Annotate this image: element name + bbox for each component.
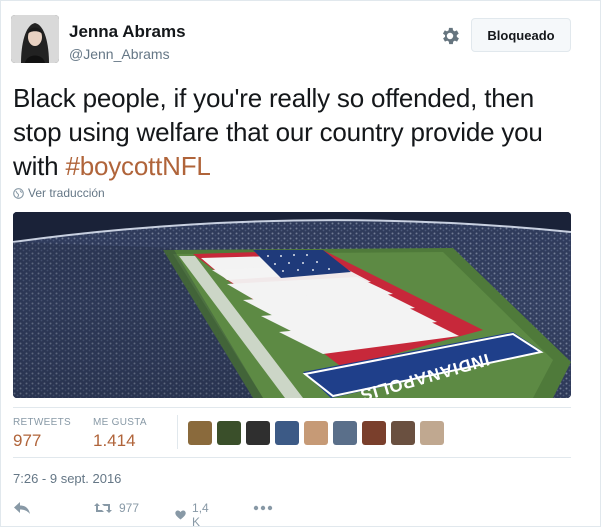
liker-avatar[interactable]: [188, 421, 212, 445]
retweet-icon: [94, 503, 112, 513]
liker-avatar[interactable]: [420, 421, 444, 445]
blocked-button[interactable]: Bloqueado: [471, 18, 571, 52]
liker-avatar[interactable]: [246, 421, 270, 445]
more-button[interactable]: [253, 505, 273, 511]
liker-avatar[interactable]: [304, 421, 328, 445]
translate-link[interactable]: Ver traducción: [13, 186, 105, 200]
reply-icon: [14, 502, 30, 514]
tweet-card: Jenna Abrams @Jenn_Abrams Bloqueado Blac…: [0, 0, 601, 529]
likes-label: ME GUSTA: [93, 417, 147, 428]
globe-icon: [13, 187, 24, 199]
avatar[interactable]: [11, 15, 59, 63]
liker-avatar[interactable]: [333, 421, 357, 445]
tweet-text: Black people, if you're really so offend…: [13, 81, 588, 183]
user-handle[interactable]: @Jenn_Abrams: [69, 46, 170, 62]
liker-avatar[interactable]: [362, 421, 386, 445]
liker-avatars: [188, 421, 444, 445]
gear-icon[interactable]: [439, 25, 461, 47]
liker-avatar[interactable]: [275, 421, 299, 445]
divider-bottom: [13, 457, 571, 458]
tweet-image[interactable]: INDIANAPOLIS: [13, 212, 571, 398]
likes-count[interactable]: 1.414: [93, 431, 136, 451]
retweet-count: 977: [119, 501, 140, 515]
liker-avatar[interactable]: [217, 421, 241, 445]
retweets-count[interactable]: 977: [13, 431, 41, 451]
hashtag-link[interactable]: #boycottNFL: [65, 151, 210, 181]
user-name[interactable]: Jenna Abrams: [69, 22, 186, 42]
tweet-timestamp[interactable]: 7:26 - 9 sept. 2016: [13, 471, 121, 486]
liker-avatar[interactable]: [391, 421, 415, 445]
like-count: 1,4 K: [192, 501, 209, 529]
translate-label: Ver traducción: [28, 186, 105, 200]
retweet-button[interactable]: 977: [93, 501, 139, 515]
divider-top: [13, 407, 571, 408]
retweets-label: RETWEETS: [13, 417, 71, 428]
more-icon: [253, 505, 273, 511]
reply-button[interactable]: [13, 501, 31, 515]
heart-icon: [175, 510, 186, 520]
like-button[interactable]: 1,4 K: [175, 501, 213, 529]
stats-separator: [177, 415, 178, 449]
